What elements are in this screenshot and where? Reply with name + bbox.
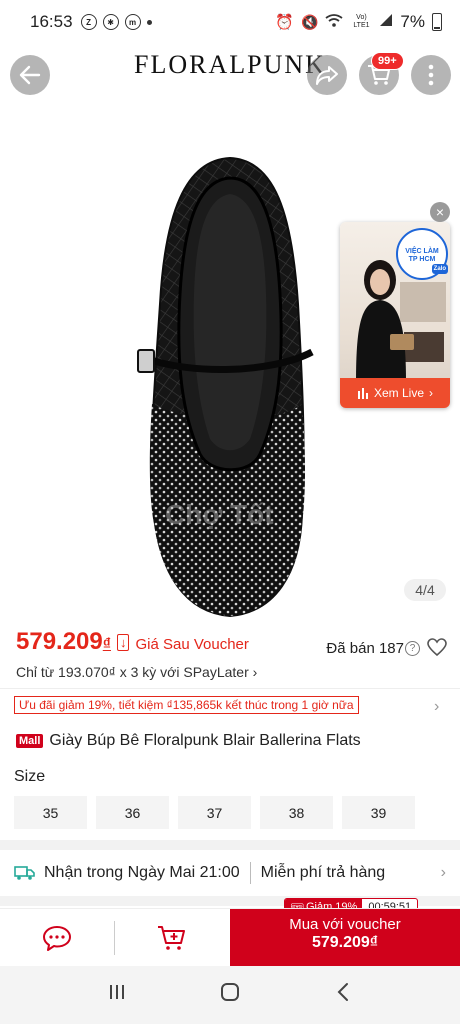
chevron-right-icon: ›	[429, 386, 434, 400]
sold-count: Đã bán 187	[326, 640, 404, 657]
close-live-button[interactable]: ×	[430, 202, 450, 222]
size-option[interactable]: 39	[342, 796, 415, 829]
watermark: Chợ Tốt	[165, 499, 274, 530]
price-value: 579.209₫	[16, 628, 111, 655]
home-icon[interactable]	[210, 982, 250, 1008]
live-stream-card[interactable]: VIỆC LÀM TP HCM Zalo Xem Live ›	[340, 222, 450, 408]
system-icons: ⏰ 🔇 Vo) LTE1 7%	[275, 12, 442, 32]
battery-icon	[432, 13, 442, 31]
mute-icon: 🔇	[300, 13, 319, 30]
product-title: Giày Búp Bê Floralpunk Blair Ballerina F…	[49, 732, 361, 749]
job-ad-badge: VIỆC LÀM TP HCM Zalo	[396, 228, 448, 280]
section-divider	[0, 840, 460, 850]
chevron-right-icon[interactable]: ›	[434, 698, 439, 716]
signal-icon	[379, 12, 393, 32]
more-button[interactable]	[411, 55, 451, 95]
free-returns: Miễn phí trả hàng	[260, 864, 386, 881]
cart-badge: 99+	[371, 52, 404, 70]
notification-icons: Z ✱ m	[80, 14, 152, 30]
installment-link[interactable]: Chỉ từ 193.070₫ x 3 kỳ với SPayLater ›	[16, 664, 257, 680]
shipping-row[interactable]: Nhận trong Ngày Mai 21:00 Miễn phí trả h…	[0, 850, 460, 896]
status-time: 16:53	[30, 12, 73, 31]
price-down-badge: ↓	[116, 634, 130, 651]
gear-icon: ✱	[102, 14, 119, 30]
buy-with-voucher-button[interactable]: Mua với voucher 579.209₫	[230, 909, 460, 967]
more-vertical-icon	[428, 64, 434, 86]
heart-icon[interactable]	[427, 638, 447, 656]
lte-icon: Vo) LTE1	[353, 14, 370, 29]
recents-icon[interactable]	[97, 983, 137, 1007]
zalo-tag: Zalo	[431, 264, 448, 274]
back-button[interactable]	[10, 55, 50, 95]
help-icon[interactable]: ?	[405, 641, 420, 656]
watch-live-label: Xem Live	[373, 386, 425, 400]
truck-icon	[14, 866, 35, 880]
size-option[interactable]: 35	[14, 796, 87, 829]
job-ad-line-2: TP HCM	[408, 256, 436, 263]
wifi-icon	[325, 13, 343, 31]
product-image[interactable]	[130, 154, 330, 624]
zalo-icon: Z	[80, 14, 97, 30]
shipping-separator	[249, 862, 251, 884]
size-option[interactable]: 38	[260, 796, 333, 829]
bottom-action-bar: Mua với voucher 579.209₫	[0, 908, 460, 967]
alarm-icon: ⏰	[275, 14, 294, 31]
close-icon: ×	[435, 204, 445, 220]
back-nav-icon[interactable]	[323, 982, 363, 1008]
messenger-icon: m	[124, 14, 141, 30]
page-indicator: 4/4	[404, 579, 446, 601]
dot-icon	[146, 19, 152, 25]
system-nav-bar	[0, 966, 460, 1024]
share-button[interactable]	[307, 55, 347, 95]
size-label: Size	[14, 768, 46, 785]
price-row: 579.209₫ ↓ Giá Sau Voucher	[16, 628, 249, 656]
status-bar: 16:53 Z ✱ m ⏰ 🔇 Vo) LTE1 7%	[0, 0, 460, 44]
watch-live-button[interactable]: Xem Live ›	[340, 378, 450, 408]
chat-button[interactable]	[0, 909, 114, 967]
after-voucher-label: Giá Sau Voucher	[135, 636, 249, 653]
delivery-time: Nhận trong Ngày Mai 21:00	[44, 864, 240, 881]
arrow-left-icon	[19, 65, 41, 85]
buy-label: Mua với voucher	[289, 916, 401, 933]
title-row: Mall Giày Búp Bê Floralpunk Blair Baller…	[16, 732, 361, 750]
chevron-right-icon: ›	[440, 864, 446, 881]
chat-icon	[43, 926, 71, 951]
promo-banner[interactable]: Ưu đãi giảm 19%, tiết kiệm ₫135,865k kết…	[14, 696, 359, 714]
divider	[0, 688, 460, 689]
size-option[interactable]: 36	[96, 796, 169, 829]
mall-badge: Mall	[16, 734, 44, 748]
add-to-cart-button[interactable]	[115, 909, 229, 967]
job-ad-line-1: VIỆC LÀM	[405, 248, 439, 255]
buy-price: 579.209₫	[311, 934, 379, 951]
add-cart-icon	[158, 926, 185, 950]
battery-level: 7%	[400, 12, 425, 31]
live-bars-icon	[357, 388, 368, 399]
share-icon	[316, 66, 338, 85]
size-option[interactable]: 37	[178, 796, 251, 829]
size-options: 35 36 37 38 39	[14, 796, 415, 829]
